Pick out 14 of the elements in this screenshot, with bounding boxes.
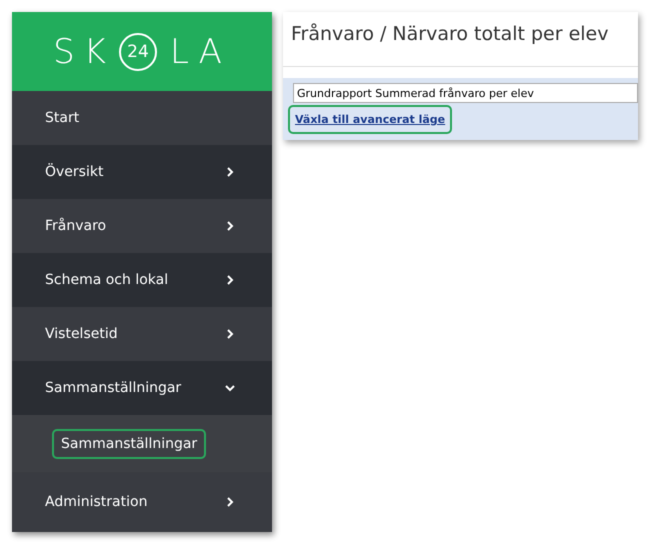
logo-badge: 24 bbox=[118, 32, 157, 70]
report-field[interactable]: Grundrapport Summerad frånvaro per elev bbox=[293, 83, 638, 103]
sidebar-item[interactable]: Administration bbox=[12, 472, 272, 532]
sidebar-item[interactable]: Frånvaro bbox=[12, 199, 272, 253]
advanced-mode-link[interactable]: Växla till avancerat läge bbox=[288, 105, 452, 134]
sidebar-item[interactable]: Schema och lokal bbox=[12, 253, 272, 307]
sidebar-item[interactable]: Start bbox=[12, 91, 272, 145]
sidebar-item[interactable]: Sammanställningar bbox=[12, 361, 272, 415]
page-title: Frånvaro / Närvaro totalt per elev bbox=[283, 12, 638, 67]
logo-text: SK bbox=[53, 32, 115, 72]
sidebar-item[interactable]: Vistelsetid bbox=[12, 307, 272, 361]
submenu-item[interactable]: Sammanställningar bbox=[52, 428, 206, 458]
logo-text: LA bbox=[170, 32, 231, 72]
sidebar-item[interactable]: Översikt bbox=[12, 145, 272, 199]
